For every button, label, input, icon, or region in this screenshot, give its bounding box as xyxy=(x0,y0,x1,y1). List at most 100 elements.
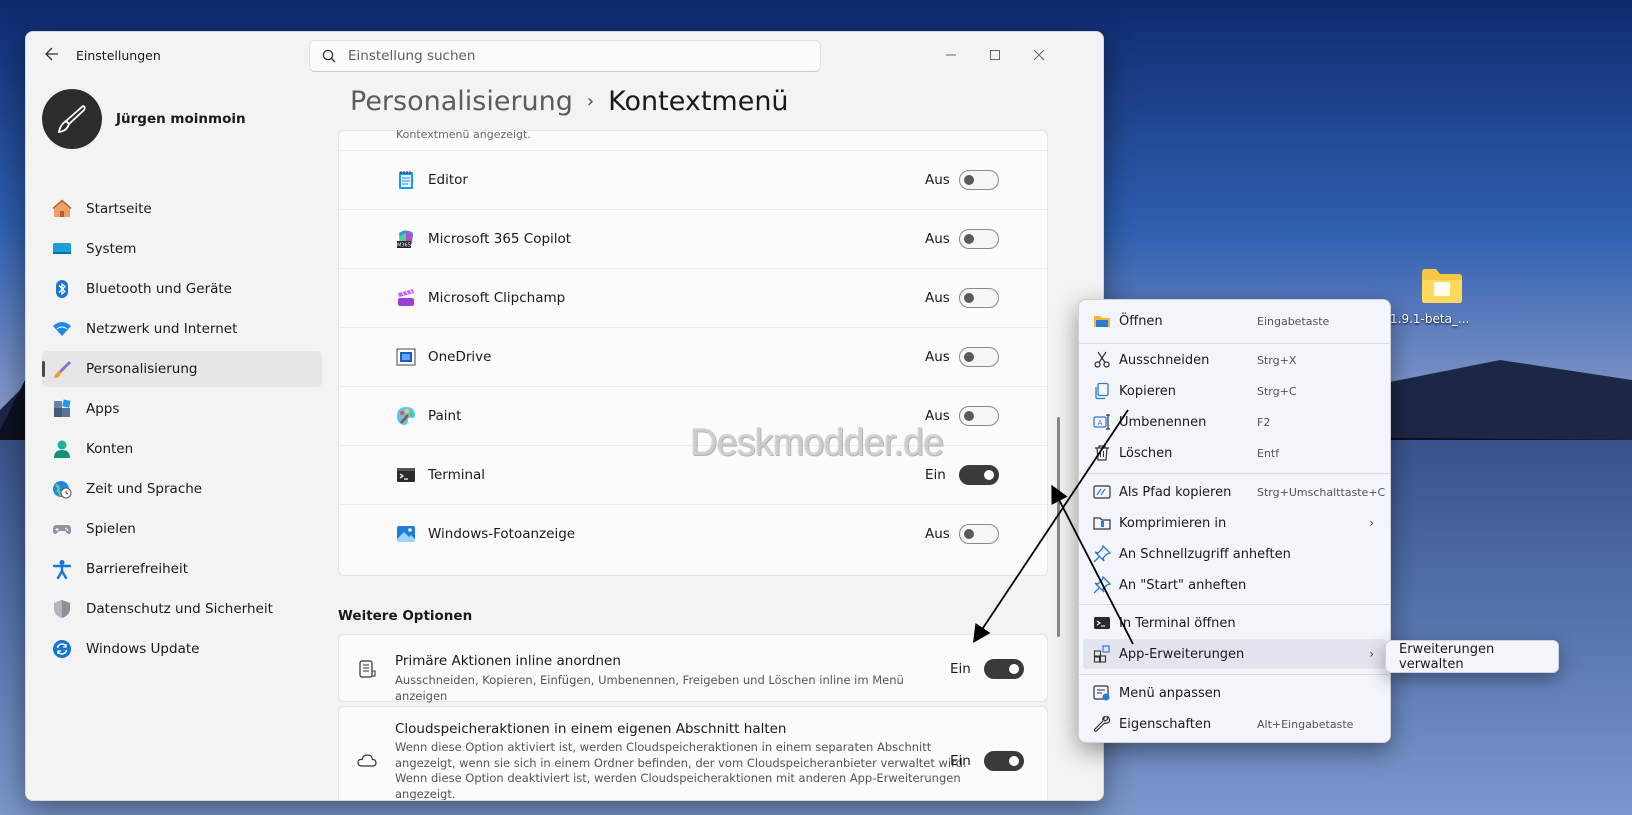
sidebar-item-bluetooth[interactable]: Bluetooth und Geräte xyxy=(42,271,322,307)
bluetooth-icon xyxy=(52,279,72,299)
menu-item-label: App-Erweiterungen xyxy=(1119,646,1245,662)
minimize-icon xyxy=(946,54,956,56)
menu-item-ausschneiden[interactable]: Ausschneiden Strg+X xyxy=(1083,345,1386,375)
toggle-state: Ein xyxy=(925,467,946,483)
menu-item-umbenennen[interactable]: A Umbenennen F2 xyxy=(1083,407,1386,437)
option-title: Primäre Aktionen inline anordnen xyxy=(395,653,621,669)
inline-actions-toggle[interactable] xyxy=(984,659,1024,679)
terminal-icon xyxy=(1094,617,1110,629)
user-profile[interactable]: Jürgen moinmoin xyxy=(42,88,246,150)
fotoanzeige-toggle[interactable] xyxy=(959,524,999,544)
terminal-toggle[interactable] xyxy=(959,465,999,485)
app-label: OneDrive xyxy=(428,349,492,365)
sidebar-item-apps[interactable]: Apps xyxy=(42,391,322,427)
wifi-icon xyxy=(52,319,72,339)
person-icon xyxy=(52,439,72,459)
menu-item-shortcut: Eingabetaste xyxy=(1257,314,1330,328)
user-name: Jürgen moinmoin xyxy=(116,111,246,127)
option-card-cloud-actions: Cloudspeicheraktionen in einem eigenen A… xyxy=(338,706,1048,800)
sidebar-item-datenschutz[interactable]: Datenschutz und Sicherheit xyxy=(42,591,322,627)
menu-item-label: Als Pfad kopieren xyxy=(1119,484,1232,500)
search-input[interactable] xyxy=(348,48,768,64)
svg-text:M365: M365 xyxy=(397,243,411,249)
toggle-state: Aus xyxy=(925,290,950,306)
menu-item-app-erweiterungen[interactable]: App-Erweiterungen › xyxy=(1083,639,1386,669)
menu-item-oeffnen[interactable]: Öffnen Eingabetaste xyxy=(1083,306,1386,336)
editor-toggle[interactable] xyxy=(959,170,999,190)
apps-card: Kontextmenü angezeigt. Editor Aus M365 M… xyxy=(338,130,1048,576)
sidebar-item-label: Zeit und Sprache xyxy=(86,481,203,497)
submenu-erweiterungen-verwalten[interactable]: Erweiterungen verwalten xyxy=(1385,640,1559,673)
menu-separator xyxy=(1079,473,1390,474)
search-box[interactable] xyxy=(309,40,821,72)
app-extensions-icon xyxy=(1093,645,1110,663)
sidebar-item-konten[interactable]: Konten xyxy=(42,431,322,467)
menu-item-terminal[interactable]: In Terminal öffnen xyxy=(1083,608,1386,638)
menu-item-shortcut: Strg+X xyxy=(1257,353,1297,367)
apps-caption: Kontextmenü angezeigt. xyxy=(396,130,531,141)
context-menu: Öffnen Eingabetaste Ausschneiden Strg+X … xyxy=(1078,299,1391,743)
maximize-button[interactable] xyxy=(974,40,1016,70)
monitor-icon xyxy=(52,239,72,259)
app-row-clipchamp: Microsoft Clipchamp Aus xyxy=(339,268,1047,327)
menu-item-shortcut: Alt+Eingabetaste xyxy=(1257,717,1354,731)
menu-separator xyxy=(1079,604,1390,605)
menu-item-label: Menü anpassen xyxy=(1119,685,1222,701)
menu-item-shortcut: Strg+Umschalttaste+C xyxy=(1257,485,1386,499)
menu-item-schnellzugriff[interactable]: An Schnellzugriff anheften xyxy=(1083,539,1386,569)
desktop-file-label: 1.9.1-beta_... xyxy=(1390,312,1470,326)
scissors-icon xyxy=(1094,351,1110,368)
update-icon xyxy=(52,639,72,659)
sidebar-item-windows-update[interactable]: Windows Update xyxy=(42,631,322,667)
menu-item-komprimieren[interactable]: Komprimieren in › xyxy=(1083,508,1386,538)
menu-item-shortcut: Entf xyxy=(1257,446,1280,460)
wrench-icon xyxy=(1093,715,1111,732)
content-scrollbar[interactable] xyxy=(1057,417,1060,637)
sidebar-item-spielen[interactable]: Spielen xyxy=(42,511,322,547)
breadcrumb-parent[interactable]: Personalisierung xyxy=(350,86,573,117)
sidebar-nav: Startseite System Bluetooth und Geräte N… xyxy=(42,191,322,671)
minimize-button[interactable] xyxy=(930,40,972,70)
sidebar-item-label: Spielen xyxy=(86,521,136,537)
maximize-icon xyxy=(990,50,1000,60)
accessibility-icon xyxy=(52,559,72,579)
m365-copilot-toggle[interactable] xyxy=(959,229,999,249)
menu-item-als-pfad-kopieren[interactable]: Als Pfad kopieren Strg+Umschalttaste+C xyxy=(1083,477,1386,507)
search-icon xyxy=(322,49,336,63)
app-label: Microsoft 365 Copilot xyxy=(428,231,572,247)
sidebar-item-zeit[interactable]: Zeit und Sprache xyxy=(42,471,322,507)
clipchamp-toggle[interactable] xyxy=(959,288,999,308)
sidebar-item-label: Windows Update xyxy=(86,641,200,657)
app-row-onedrive: OneDrive Aus xyxy=(339,327,1047,386)
sidebar-item-personalisierung[interactable]: Personalisierung xyxy=(42,351,322,387)
brush-avatar-icon xyxy=(57,104,86,134)
menu-item-shortcut: Strg+C xyxy=(1257,384,1297,398)
app-label: Terminal xyxy=(428,467,486,483)
menu-item-an-start[interactable]: An "Start" anheften xyxy=(1083,570,1386,600)
menu-separator xyxy=(1079,343,1390,344)
menu-item-eigenschaften[interactable]: Eigenschaften Alt+Eingabetaste xyxy=(1083,709,1386,739)
chevron-right-icon: › xyxy=(1369,647,1374,661)
sidebar-item-netzwerk[interactable]: Netzwerk und Internet xyxy=(42,311,322,347)
sidebar-item-system[interactable]: System xyxy=(42,231,322,267)
avatar xyxy=(42,89,102,149)
section-title-weitere-optionen: Weitere Optionen xyxy=(338,608,473,624)
menu-item-label: Ausschneiden xyxy=(1119,352,1210,368)
close-button[interactable] xyxy=(1018,40,1060,70)
menu-item-loeschen[interactable]: Löschen Entf xyxy=(1083,438,1386,468)
chevron-right-icon: › xyxy=(1369,516,1374,530)
menu-item-kopieren[interactable]: Kopieren Strg+C xyxy=(1083,376,1386,406)
copy-icon xyxy=(1095,382,1109,400)
sidebar-item-startseite[interactable]: Startseite xyxy=(42,191,322,227)
menu-item-menue-anpassen[interactable]: Menü anpassen xyxy=(1083,678,1386,708)
back-button[interactable] xyxy=(40,44,64,68)
onedrive-toggle[interactable] xyxy=(959,347,999,367)
sidebar-item-barrierefreiheit[interactable]: Barrierefreiheit xyxy=(42,551,322,587)
desktop-file-icon[interactable]: 1.9.1-beta_... xyxy=(1390,266,1492,326)
paint-toggle[interactable] xyxy=(959,406,999,426)
menu-item-label: Löschen xyxy=(1119,445,1173,461)
cloud-actions-toggle[interactable] xyxy=(984,751,1024,771)
trash-icon xyxy=(1095,445,1109,461)
home-icon xyxy=(52,199,72,219)
option-description-line: angezeigt, wenn sie sich in einem Ordner… xyxy=(395,755,967,770)
